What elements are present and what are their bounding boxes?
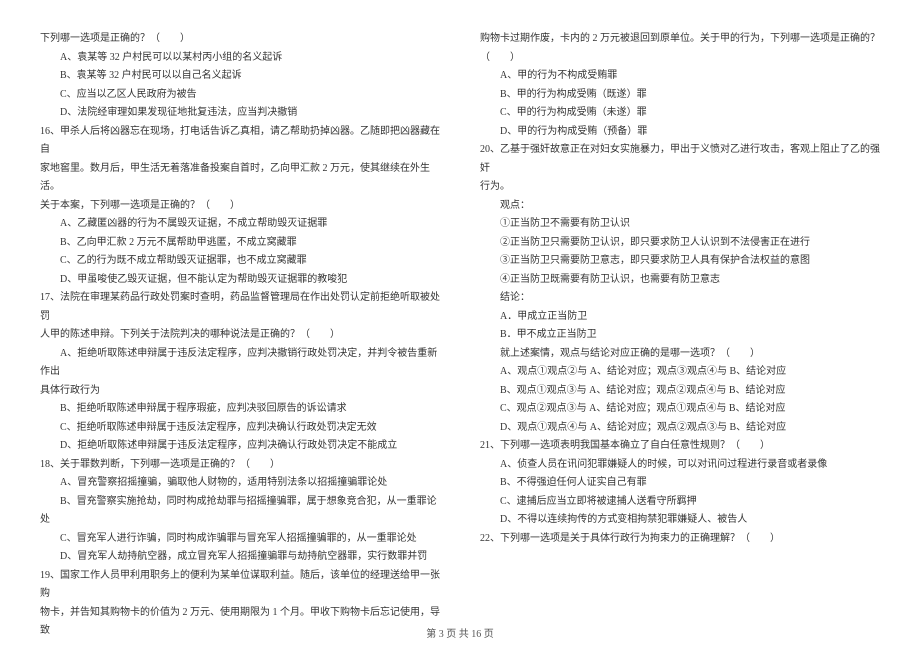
text-line: B、甲的行为构成受贿（既遂）罪 <box>480 86 880 105</box>
exam-page: 下列哪一选项是正确的？（ ） A、袁某等 32 户村民可以以某村丙小组的名义起诉… <box>0 0 920 620</box>
text-line: 16、甲杀人后将凶器忘在现场，打电话告诉乙真相，请乙帮助扔掉凶器。乙随即把凶器藏… <box>40 123 440 160</box>
page-footer: 第 3 页 共 16 页 <box>0 625 920 640</box>
text-line: 22、下列哪一选项是关于具体行政行为拘束力的正确理解？（ ） <box>480 530 880 549</box>
text-line: ①正当防卫不需要有防卫认识 <box>480 215 880 234</box>
text-line: A．甲成立正当防卫 <box>480 308 880 327</box>
text-line: C、甲的行为构成受贿（未遂）罪 <box>480 104 880 123</box>
text-line: D、法院经审理如果发现征地批复违法，应当判决撤销 <box>40 104 440 123</box>
text-line: 购物卡过期作废，卡内的 2 万元被退回到原单位。关于甲的行为，下列哪一选项是正确… <box>480 30 880 67</box>
text-line: D、甲虽唆使乙毁灭证据，但不能认定为帮助毁灭证据罪的教唆犯 <box>40 271 440 290</box>
text-line: 下列哪一选项是正确的？（ ） <box>40 30 440 49</box>
text-line: 家地窖里。数月后，甲生活无着落准备投案自首时，乙向甲汇款 2 万元，使其继续在外… <box>40 160 440 197</box>
text-line: 关于本案，下列哪一选项是正确的？（ ） <box>40 197 440 216</box>
text-line: C、拒绝听取陈述申辩属于违反法定程序，应判决确认行政处罚决定无效 <box>40 419 440 438</box>
text-line: 具体行政行为 <box>40 382 440 401</box>
text-line: ④正当防卫既需要有防卫认识，也需要有防卫意志 <box>480 271 880 290</box>
text-line: C、观点②观点③与 A、结论对应；观点①观点④与 B、结论对应 <box>480 400 880 419</box>
text-line: A、乙藏匿凶器的行为不属毁灭证据，不成立帮助毁灭证据罪 <box>40 215 440 234</box>
text-line: ③正当防卫只需要防卫意志，即只要求防卫人具有保护合法权益的意图 <box>480 252 880 271</box>
text-line: D、冒充军人劫持航空器，成立冒充军人招摇撞骗罪与劫持航空器罪，实行数罪并罚 <box>40 548 440 567</box>
text-line: B、袁某等 32 户村民可以以自己名义起诉 <box>40 67 440 86</box>
text-line: A、冒充警察招摇撞骗，骗取他人财物的，适用特别法条以招摇撞骗罪论处 <box>40 474 440 493</box>
text-line: B、不得强迫任何人证实自己有罪 <box>480 474 880 493</box>
text-line: 18、关于罪数判断，下列哪一选项是正确的？（ ） <box>40 456 440 475</box>
text-line: C、冒充军人进行诈骗，同时构成诈骗罪与冒充军人招摇撞骗罪的，从一重罪论处 <box>40 530 440 549</box>
text-line: A、袁某等 32 户村民可以以某村丙小组的名义起诉 <box>40 49 440 68</box>
text-line: C、应当以乙区人民政府为被告 <box>40 86 440 105</box>
text-line: A、拒绝听取陈述申辩属于违反法定程序，应判决撤销行政处罚决定，并判令被告重新作出 <box>40 345 440 382</box>
text-line: 19、国家工作人员甲利用职务上的便利为某单位谋取利益。随后，该单位的经理送给甲一… <box>40 567 440 604</box>
text-line: A、甲的行为不构成受贿罪 <box>480 67 880 86</box>
text-line: A、侦查人员在讯问犯罪嫌疑人的时候，可以对讯问过程进行录音或者录像 <box>480 456 880 475</box>
text-line: D、观点①观点④与 A、结论对应；观点②观点③与 B、结论对应 <box>480 419 880 438</box>
text-line: B、拒绝听取陈述申辩属于程序瑕疵，应判决驳回原告的诉讼请求 <box>40 400 440 419</box>
text-line: D、不得以连续拘传的方式变相拘禁犯罪嫌疑人、被告人 <box>480 511 880 530</box>
text-line: D、甲的行为构成受贿（预备）罪 <box>480 123 880 142</box>
text-line: C、乙的行为既不成立帮助毁灭证据罪，也不成立窝藏罪 <box>40 252 440 271</box>
text-line: B、观点①观点③与 A、结论对应；观点②观点④与 B、结论对应 <box>480 382 880 401</box>
text-line: 20、乙基于强奸故意正在对妇女实施暴力，甲出于义愤对乙进行攻击，客观上阻止了乙的… <box>480 141 880 178</box>
text-line: 就上述案情，观点与结论对应正确的是哪一选项？（ ） <box>480 345 880 364</box>
text-line: B、乙向甲汇款 2 万元不属帮助甲逃匿，不成立窝藏罪 <box>40 234 440 253</box>
right-column: 购物卡过期作废，卡内的 2 万元被退回到原单位。关于甲的行为，下列哪一选项是正确… <box>480 30 880 600</box>
left-column: 下列哪一选项是正确的？（ ） A、袁某等 32 户村民可以以某村丙小组的名义起诉… <box>40 30 440 600</box>
text-line: B、冒充警察实施抢劫，同时构成抢劫罪与招摇撞骗罪，属于想象竞合犯，从一重罪论处 <box>40 493 440 530</box>
text-line: D、拒绝听取陈述申辩属于违反法定程序，应判决确认行政处罚决定不能成立 <box>40 437 440 456</box>
text-line: 行为。 <box>480 178 880 197</box>
text-line: 21、下列哪一选项表明我国基本确立了自白任意性规则？（ ） <box>480 437 880 456</box>
text-line: 17、法院在审理某药品行政处罚案时查明，药品监督管理局在作出处罚认定前拒绝听取被… <box>40 289 440 326</box>
text-line: ②正当防卫只需要防卫认识，即只要求防卫人认识到不法侵害正在进行 <box>480 234 880 253</box>
text-line: A、观点①观点②与 A、结论对应；观点③观点④与 B、结论对应 <box>480 363 880 382</box>
text-line: 人甲的陈述申辩。下列关于法院判决的哪种说法是正确的？（ ） <box>40 326 440 345</box>
text-line: B．甲不成立正当防卫 <box>480 326 880 345</box>
text-line: 观点： <box>480 197 880 216</box>
text-line: C、逮捕后应当立即将被逮捕人送看守所羁押 <box>480 493 880 512</box>
text-line: 结论： <box>480 289 880 308</box>
